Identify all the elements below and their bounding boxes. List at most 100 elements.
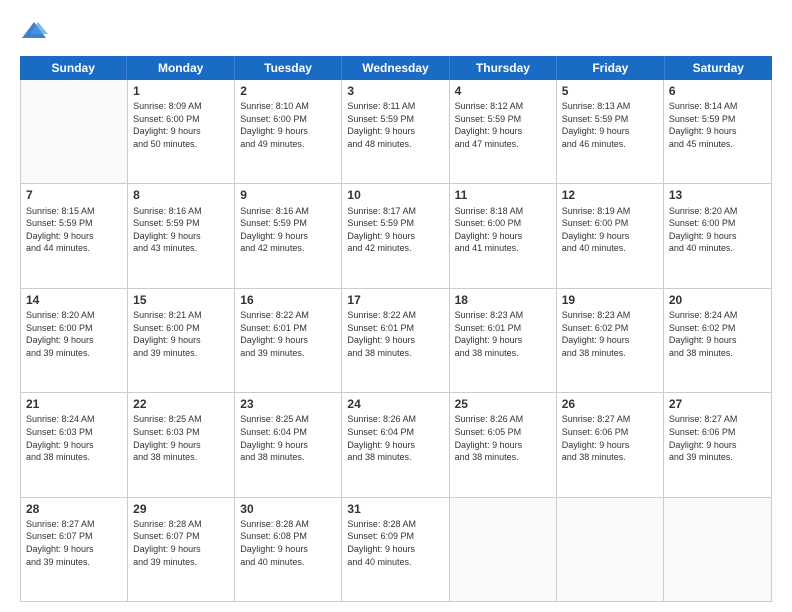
cell-info: Sunrise: 8:14 AMSunset: 5:59 PMDaylight:… [669,100,766,150]
day-number: 24 [347,396,443,412]
calendar-cell: 25Sunrise: 8:26 AMSunset: 6:05 PMDayligh… [450,393,557,496]
calendar-cell: 12 Sunrise: 8:19 AMSunset: 6:00 PMDayligh… [557,184,664,287]
calendar-cell: 20Sunrise: 8:24 AMSunset: 6:02 PMDayligh… [664,289,771,392]
cell-info: Sunrise: 8:17 AMSunset: 5:59 PMDaylight:… [347,205,443,255]
page-header [20,18,772,46]
cell-info: Sunrise: 8:16 AMSunset: 5:59 PMDaylight:… [240,205,336,255]
day-number: 12 [562,187,658,203]
cell-info: Sunrise: 8:24 AMSunset: 6:02 PMDaylight:… [669,309,766,359]
day-number: 29 [133,501,229,517]
cell-info: Sunrise: 8:24 AMSunset: 6:03 PMDaylight:… [26,413,122,463]
calendar-cell: 19Sunrise: 8:23 AMSunset: 6:02 PMDayligh… [557,289,664,392]
day-number: 4 [455,83,551,99]
day-number: 10 [347,187,443,203]
day-number: 16 [240,292,336,308]
calendar-cell: 14Sunrise: 8:20 AMSunset: 6:00 PMDayligh… [21,289,128,392]
calendar-cell: 17Sunrise: 8:22 AMSunset: 6:01 PMDayligh… [342,289,449,392]
cell-info: Sunrise: 8:20 AMSunset: 6:00 PMDaylight:… [26,309,122,359]
calendar-row: 14Sunrise: 8:20 AMSunset: 6:00 PMDayligh… [21,288,771,392]
cell-info: Sunrise: 8:13 AMSunset: 5:59 PMDaylight:… [562,100,658,150]
day-number: 26 [562,396,658,412]
calendar-cell [664,498,771,601]
weekday-header: Monday [127,56,234,80]
logo-icon [20,18,48,46]
cell-info: Sunrise: 8:19 AMSunset: 6:00 PMDaylight:… [562,205,658,255]
weekday-header: Tuesday [235,56,342,80]
cell-info: Sunrise: 8:15 AMSunset: 5:59 PMDaylight:… [26,205,122,255]
day-number: 11 [455,187,551,203]
calendar-cell: 21Sunrise: 8:24 AMSunset: 6:03 PMDayligh… [21,393,128,496]
cell-info: Sunrise: 8:28 AMSunset: 6:08 PMDaylight:… [240,518,336,568]
cell-info: Sunrise: 8:25 AMSunset: 6:03 PMDaylight:… [133,413,229,463]
cell-info: Sunrise: 8:27 AMSunset: 6:06 PMDaylight:… [669,413,766,463]
day-number: 23 [240,396,336,412]
day-number: 20 [669,292,766,308]
calendar-cell: 26Sunrise: 8:27 AMSunset: 6:06 PMDayligh… [557,393,664,496]
cell-info: Sunrise: 8:11 AMSunset: 5:59 PMDaylight:… [347,100,443,150]
weekday-header: Sunday [20,56,127,80]
calendar-row: 7 Sunrise: 8:15 AMSunset: 5:59 PMDaylight… [21,183,771,287]
cell-info: Sunrise: 8:16 AMSunset: 5:59 PMDaylight:… [133,205,229,255]
weekday-header: Thursday [450,56,557,80]
day-number: 19 [562,292,658,308]
cell-info: Sunrise: 8:26 AMSunset: 6:04 PMDaylight:… [347,413,443,463]
calendar: SundayMondayTuesdayWednesdayThursdayFrid… [20,56,772,602]
calendar-cell: 1Sunrise: 8:09 AMSunset: 6:00 PMDaylight… [128,80,235,183]
day-number: 31 [347,501,443,517]
calendar-cell: 2Sunrise: 8:10 AMSunset: 6:00 PMDaylight… [235,80,342,183]
calendar-cell: 15Sunrise: 8:21 AMSunset: 6:00 PMDayligh… [128,289,235,392]
calendar-cell: 29Sunrise: 8:28 AMSunset: 6:07 PMDayligh… [128,498,235,601]
calendar-cell: 24Sunrise: 8:26 AMSunset: 6:04 PMDayligh… [342,393,449,496]
cell-info: Sunrise: 8:23 AMSunset: 6:02 PMDaylight:… [562,309,658,359]
day-number: 25 [455,396,551,412]
calendar-cell: 8 Sunrise: 8:16 AMSunset: 5:59 PMDaylight… [128,184,235,287]
cell-info: Sunrise: 8:18 AMSunset: 6:00 PMDaylight:… [455,205,551,255]
calendar-cell [450,498,557,601]
calendar-cell: 6Sunrise: 8:14 AMSunset: 5:59 PMDaylight… [664,80,771,183]
calendar-page: SundayMondayTuesdayWednesdayThursdayFrid… [0,0,792,612]
cell-info: Sunrise: 8:09 AMSunset: 6:00 PMDaylight:… [133,100,229,150]
calendar-cell: 13 Sunrise: 8:20 AMSunset: 6:00 PMDayligh… [664,184,771,287]
calendar-cell: 3Sunrise: 8:11 AMSunset: 5:59 PMDaylight… [342,80,449,183]
day-number: 7 [26,187,122,203]
cell-info: Sunrise: 8:12 AMSunset: 5:59 PMDaylight:… [455,100,551,150]
calendar-row: 1Sunrise: 8:09 AMSunset: 6:00 PMDaylight… [21,80,771,183]
calendar-cell: 28Sunrise: 8:27 AMSunset: 6:07 PMDayligh… [21,498,128,601]
calendar-cell: 18Sunrise: 8:23 AMSunset: 6:01 PMDayligh… [450,289,557,392]
calendar-cell: 27Sunrise: 8:27 AMSunset: 6:06 PMDayligh… [664,393,771,496]
day-number: 17 [347,292,443,308]
calendar-row: 21Sunrise: 8:24 AMSunset: 6:03 PMDayligh… [21,392,771,496]
calendar-cell: 22Sunrise: 8:25 AMSunset: 6:03 PMDayligh… [128,393,235,496]
weekday-header: Friday [557,56,664,80]
day-number: 5 [562,83,658,99]
day-number: 21 [26,396,122,412]
day-number: 15 [133,292,229,308]
day-number: 28 [26,501,122,517]
cell-info: Sunrise: 8:26 AMSunset: 6:05 PMDaylight:… [455,413,551,463]
calendar-cell: 10 Sunrise: 8:17 AMSunset: 5:59 PMDayligh… [342,184,449,287]
logo [20,18,52,46]
day-number: 8 [133,187,229,203]
calendar-cell: 5Sunrise: 8:13 AMSunset: 5:59 PMDaylight… [557,80,664,183]
day-number: 2 [240,83,336,99]
calendar-cell: 11 Sunrise: 8:18 AMSunset: 6:00 PMDayligh… [450,184,557,287]
calendar-cell: 7 Sunrise: 8:15 AMSunset: 5:59 PMDaylight… [21,184,128,287]
day-number: 13 [669,187,766,203]
calendar-cell: 16Sunrise: 8:22 AMSunset: 6:01 PMDayligh… [235,289,342,392]
cell-info: Sunrise: 8:22 AMSunset: 6:01 PMDaylight:… [347,309,443,359]
calendar-body: 1Sunrise: 8:09 AMSunset: 6:00 PMDaylight… [20,80,772,602]
cell-info: Sunrise: 8:21 AMSunset: 6:00 PMDaylight:… [133,309,229,359]
calendar-cell: 30Sunrise: 8:28 AMSunset: 6:08 PMDayligh… [235,498,342,601]
cell-info: Sunrise: 8:27 AMSunset: 6:07 PMDaylight:… [26,518,122,568]
calendar-cell: 9Sunrise: 8:16 AMSunset: 5:59 PMDaylight… [235,184,342,287]
calendar-cell [557,498,664,601]
cell-info: Sunrise: 8:10 AMSunset: 6:00 PMDaylight:… [240,100,336,150]
day-number: 30 [240,501,336,517]
day-number: 6 [669,83,766,99]
cell-info: Sunrise: 8:20 AMSunset: 6:00 PMDaylight:… [669,205,766,255]
calendar-row: 28Sunrise: 8:27 AMSunset: 6:07 PMDayligh… [21,497,771,601]
day-number: 1 [133,83,229,99]
calendar-header: SundayMondayTuesdayWednesdayThursdayFrid… [20,56,772,80]
calendar-cell: 31Sunrise: 8:28 AMSunset: 6:09 PMDayligh… [342,498,449,601]
day-number: 3 [347,83,443,99]
